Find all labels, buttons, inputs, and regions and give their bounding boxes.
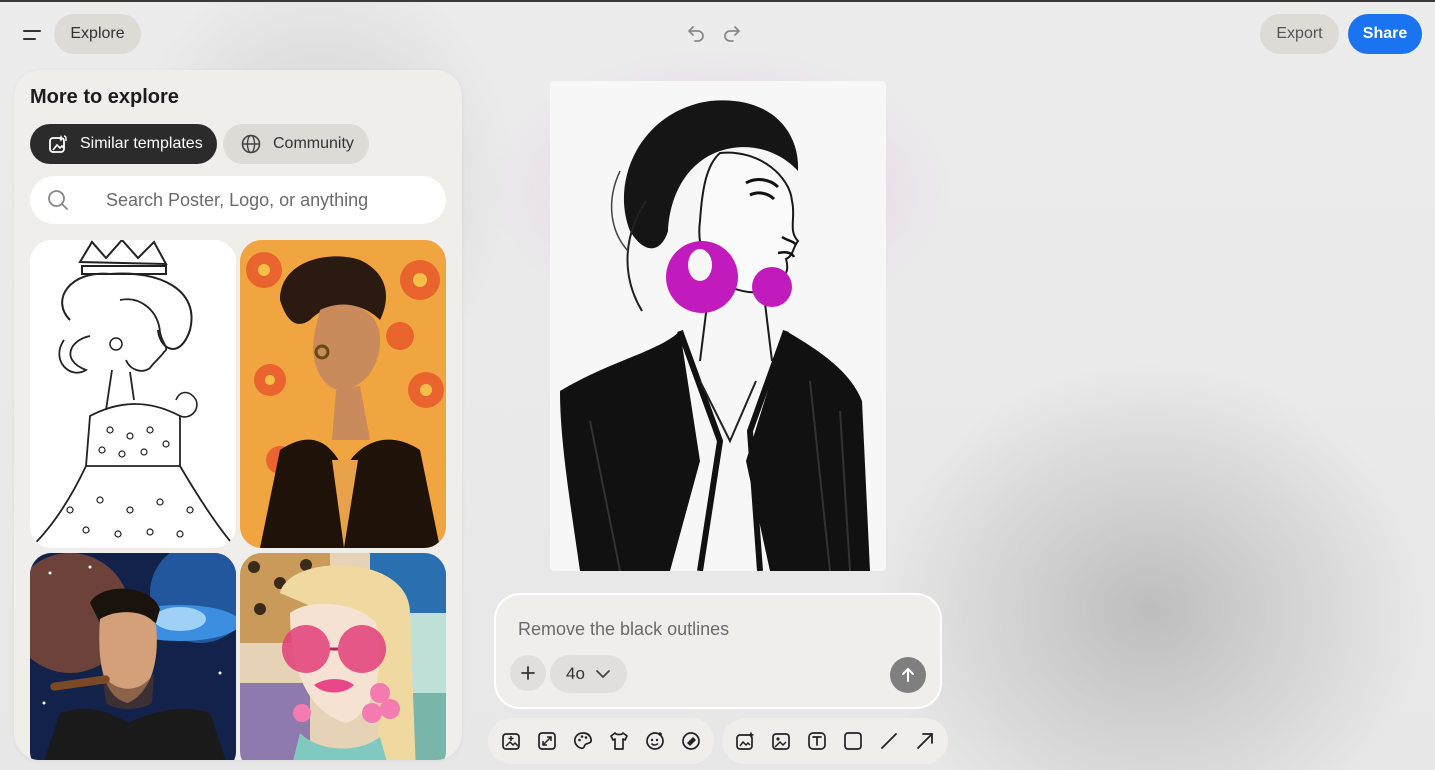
magic-image-icon bbox=[736, 731, 755, 750]
text-tool-button[interactable] bbox=[799, 723, 835, 759]
search-box[interactable] bbox=[30, 176, 446, 224]
arrow-tool-button[interactable] bbox=[907, 723, 943, 759]
chevron-down-icon bbox=[596, 670, 610, 678]
rectangle-icon bbox=[844, 732, 862, 750]
eraser-icon bbox=[682, 732, 700, 750]
export-button[interactable]: Export bbox=[1260, 14, 1339, 54]
line-tool-button[interactable] bbox=[871, 723, 907, 759]
redo-icon bbox=[724, 26, 740, 42]
canvas-artwork-image bbox=[550, 81, 886, 571]
ai-tools-toolbar bbox=[488, 718, 714, 764]
search-icon bbox=[48, 190, 68, 210]
edit-tools-toolbar bbox=[722, 718, 948, 764]
template-floral-woman[interactable] bbox=[240, 240, 446, 548]
tab-similar-templates[interactable]: Similar templates bbox=[30, 124, 217, 164]
add-image-tool-button[interactable] bbox=[493, 723, 529, 759]
templates-icon bbox=[46, 132, 70, 156]
expand-icon bbox=[538, 732, 556, 750]
menu-icon bbox=[23, 30, 41, 40]
explore-button[interactable]: Explore bbox=[54, 14, 141, 54]
sticker-icon bbox=[646, 732, 664, 750]
window-top-border bbox=[0, 0, 1435, 2]
send-button[interactable] bbox=[890, 657, 926, 693]
menu-button[interactable] bbox=[20, 24, 44, 46]
undo-button[interactable] bbox=[684, 22, 708, 46]
panel-title: More to explore bbox=[30, 86, 179, 108]
tab-similar-templates-label: Similar templates bbox=[80, 135, 203, 152]
model-select[interactable]: 4o bbox=[550, 655, 627, 693]
shirt-icon bbox=[610, 732, 628, 750]
plus-icon bbox=[521, 666, 535, 680]
arrow-up-icon bbox=[902, 668, 914, 682]
template-coloring-queen[interactable] bbox=[30, 240, 236, 548]
line-icon bbox=[881, 733, 897, 749]
tab-community[interactable]: Community bbox=[223, 124, 369, 164]
explore-panel: More to explore Similar templates Commun… bbox=[14, 70, 462, 760]
arrow-icon bbox=[917, 733, 933, 749]
search-input[interactable] bbox=[104, 188, 438, 212]
add-attachment-button[interactable] bbox=[510, 655, 546, 691]
prompt-input[interactable]: Remove the black outlines bbox=[518, 619, 729, 640]
sticker-tool-button[interactable] bbox=[637, 723, 673, 759]
template-floral-woman-image bbox=[240, 240, 446, 548]
template-space-man-image bbox=[30, 553, 236, 760]
image-edit-tool-button[interactable] bbox=[763, 723, 799, 759]
template-pop-art-woman-image bbox=[240, 553, 446, 760]
template-space-man[interactable] bbox=[30, 553, 236, 760]
undo-icon bbox=[688, 26, 704, 42]
share-button[interactable]: Share bbox=[1348, 14, 1422, 54]
globe-icon bbox=[239, 132, 263, 156]
canvas-artwork[interactable] bbox=[550, 81, 886, 571]
rectangle-tool-button[interactable] bbox=[835, 723, 871, 759]
eraser-tool-button[interactable] bbox=[673, 723, 709, 759]
tab-community-label: Community bbox=[273, 135, 354, 152]
add-image-icon bbox=[502, 733, 520, 750]
expand-tool-button[interactable] bbox=[529, 723, 565, 759]
image-edit-icon bbox=[772, 733, 790, 750]
magic-image-tool-button[interactable] bbox=[727, 723, 763, 759]
redo-button[interactable] bbox=[720, 22, 744, 46]
mockup-tool-button[interactable] bbox=[601, 723, 637, 759]
template-pop-art-woman[interactable] bbox=[240, 553, 446, 760]
palette-tool-button[interactable] bbox=[565, 723, 601, 759]
template-coloring-queen-image bbox=[30, 240, 236, 548]
palette-icon bbox=[573, 732, 593, 750]
prompt-box[interactable]: Remove the black outlines 4o bbox=[494, 593, 942, 709]
model-select-label: 4o bbox=[566, 664, 585, 683]
text-icon bbox=[808, 732, 826, 750]
